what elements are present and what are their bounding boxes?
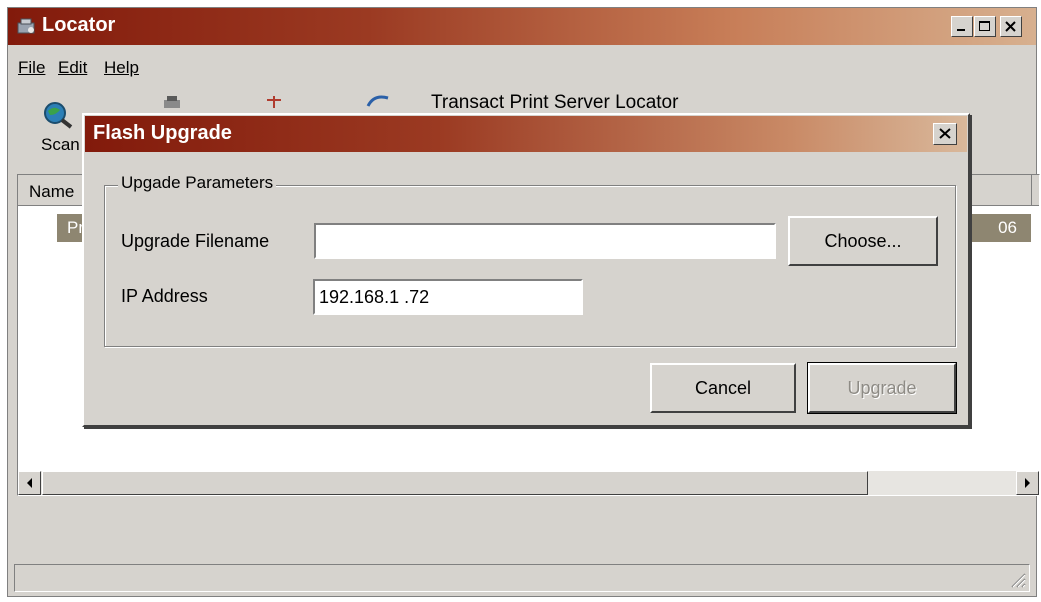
upgrade-button[interactable]: Upgrade <box>807 362 957 414</box>
close-icon <box>1005 21 1016 32</box>
network-icon <box>366 95 389 107</box>
ip-address-input[interactable] <box>313 279 583 315</box>
locator-app-icon <box>17 18 35 34</box>
list-item-value: 06 <box>998 218 1017 237</box>
menubar: File Edit Help <box>8 48 1036 82</box>
scroll-left-button[interactable] <box>18 471 41 495</box>
flash-upgrade-dialog: Flash Upgrade Upgade Parameters Upgrade … <box>82 113 970 427</box>
scan-label: Scan <box>41 135 80 154</box>
status-bar <box>14 564 1030 592</box>
minimize-button[interactable] <box>951 16 973 37</box>
scrollbar-thumb[interactable] <box>42 471 868 495</box>
menu-edit[interactable]: Edit <box>58 58 87 78</box>
maximize-icon <box>979 21 990 31</box>
arrow-right-icon <box>1025 478 1030 488</box>
close-icon <box>939 128 951 139</box>
upgrade-filename-label: Upgrade Filename <box>121 231 270 251</box>
minimize-icon <box>957 29 965 31</box>
dialog-titlebar[interactable]: Flash Upgrade <box>85 116 967 152</box>
close-button[interactable] <box>1000 16 1022 37</box>
dialog-title: Flash Upgrade <box>93 122 232 144</box>
scroll-right-button[interactable] <box>1016 471 1039 495</box>
menu-file[interactable]: File <box>18 58 45 78</box>
cancel-button[interactable]: Cancel <box>650 363 796 413</box>
horizontal-scrollbar[interactable] <box>18 471 1039 495</box>
main-window-title: Locator <box>42 14 116 36</box>
group-title: Upgade Parameters <box>118 173 277 193</box>
resize-grip-icon[interactable] <box>1008 570 1026 588</box>
ip-address-label: IP Address <box>121 286 208 306</box>
upgrade-icon <box>267 96 281 108</box>
printer-icon <box>164 96 180 108</box>
scan-icon <box>44 102 73 129</box>
maximize-button[interactable] <box>974 16 996 37</box>
upgrade-parameters-group: Upgade Parameters <box>104 173 956 347</box>
dialog-close-button[interactable] <box>933 123 957 145</box>
menu-help[interactable]: Help <box>104 58 139 78</box>
upgrade-filename-input[interactable] <box>314 223 776 259</box>
column-divider[interactable] <box>1031 175 1032 206</box>
column-header-name[interactable]: Name <box>29 182 74 202</box>
main-titlebar[interactable]: Locator <box>8 8 1036 45</box>
arrow-left-icon <box>27 478 32 488</box>
toolbar-caption: Transact Print Server Locator <box>431 92 679 113</box>
choose-button[interactable]: Choose... <box>788 216 938 266</box>
